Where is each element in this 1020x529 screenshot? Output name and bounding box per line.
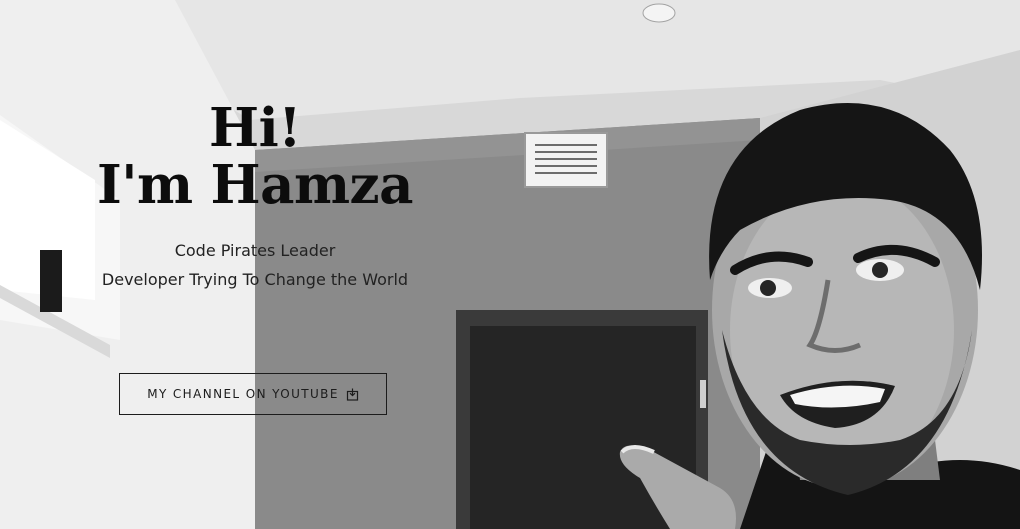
headline-line-name: I'm Hamza xyxy=(97,154,413,217)
youtube-channel-button[interactable]: MY CHANNEL ON YOUTUBE xyxy=(119,373,387,415)
hero-tagline: Code Pirates Leader Developer Trying To … xyxy=(60,236,450,294)
hero-intro: Hi! I'm Hamza Code Pirates Leader Develo… xyxy=(60,97,450,294)
youtube-channel-button-label: MY CHANNEL ON YOUTUBE xyxy=(147,387,339,401)
hero-headline: Hi! I'm Hamza xyxy=(60,97,450,217)
headline-line-greeting: Hi! xyxy=(209,97,301,159)
external-link-icon xyxy=(346,388,359,401)
tagline-line-mission: Developer Trying To Change the World xyxy=(101,270,409,290)
hero-section: Hi! I'm Hamza Code Pirates Leader Develo… xyxy=(0,0,1020,529)
tagline-line-role: Code Pirates Leader xyxy=(174,241,336,261)
